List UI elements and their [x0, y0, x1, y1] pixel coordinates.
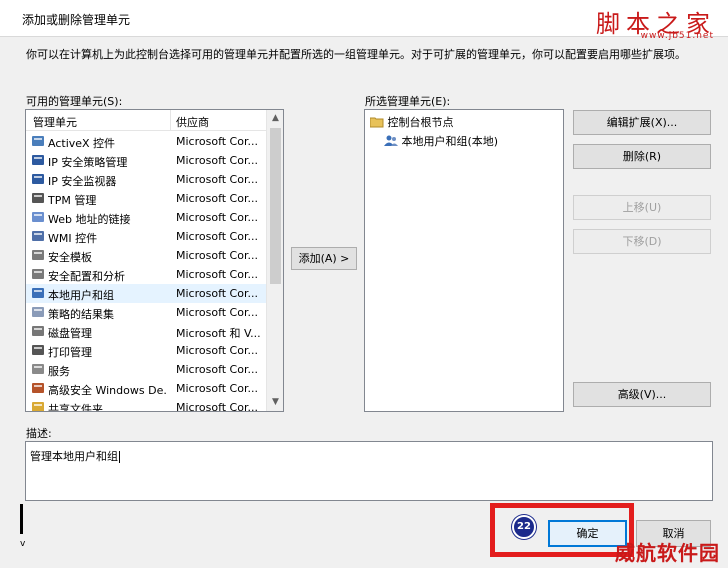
snapin-row[interactable]: WMI 控件 Microsoft Cor... — [26, 227, 266, 246]
disk-icon — [31, 324, 45, 338]
description-text: 管理本地用户和组 — [30, 450, 120, 463]
window-title: 添加或删除管理单元 — [22, 13, 131, 27]
snapin-row[interactable]: TPM 管理 Microsoft Cor... — [26, 189, 266, 208]
users-icon — [384, 135, 398, 146]
tree-child-label: 本地用户和组(本地) — [401, 135, 499, 148]
snapin-vendor: Microsoft Cor... — [176, 211, 258, 224]
snapin-vendor: Microsoft Cor... — [176, 154, 258, 167]
column-header-vendor[interactable]: 供应商 — [176, 114, 209, 130]
snapin-row[interactable]: Web 地址的链接 Microsoft Cor... — [26, 208, 266, 227]
scroll-down-icon[interactable]: ▼ — [271, 398, 280, 407]
watermark-bottom: 威航软件园 — [615, 541, 720, 565]
column-header-name[interactable]: 管理单元 — [33, 114, 77, 130]
snapin-row[interactable]: 服务 Microsoft Cor... — [26, 360, 266, 379]
activex-icon — [31, 134, 45, 148]
move-up-button[interactable]: 上移(U) — [573, 195, 711, 220]
snapin-row[interactable]: 安全配置和分析 Microsoft Cor... — [26, 265, 266, 284]
snapin-name: 安全模板 — [48, 251, 92, 264]
snapin-name: WMI 控件 — [48, 232, 98, 245]
security-template-icon — [31, 248, 45, 262]
printer-icon — [31, 343, 45, 357]
snapin-row[interactable]: 打印管理 Microsoft Cor... — [26, 341, 266, 360]
snapin-vendor: Microsoft Cor... — [176, 173, 258, 186]
watermark-url: www.jb51.net — [640, 31, 714, 41]
snapin-vendor: Microsoft Cor... — [176, 230, 258, 243]
snapin-name: ActiveX 控件 — [48, 137, 116, 150]
ip-security-policy-icon — [31, 153, 45, 167]
scroll-thumb[interactable] — [270, 128, 281, 284]
available-label: 可用的管理单元(S): — [26, 95, 123, 108]
snapin-row[interactable]: 高级安全 Windows De... Microsoft Cor... — [26, 379, 266, 398]
description-box: 管理本地用户和组 — [25, 441, 713, 501]
services-icon — [31, 362, 45, 376]
list-header: 管理单元 供应商 — [26, 110, 266, 131]
snapin-vendor: Microsoft Cor... — [176, 268, 258, 281]
advanced-button[interactable]: 高级(V)... — [573, 382, 711, 407]
selected-label: 所选管理单元(E): — [365, 95, 451, 108]
snapin-row[interactable]: IP 安全监视器 Microsoft Cor... — [26, 170, 266, 189]
shared-folder-icon — [31, 400, 45, 411]
snapin-name: TPM 管理 — [48, 194, 97, 207]
snapin-name: Web 地址的链接 — [48, 213, 131, 226]
snapin-vendor: Microsoft Cor... — [176, 401, 258, 412]
wmi-icon — [31, 229, 45, 243]
snapin-name: 服务 — [48, 365, 70, 378]
available-snapins-list[interactable]: 管理单元 供应商 ActiveX 控件 Microsoft Cor... IP 安全… — [25, 109, 284, 412]
snapin-vendor: Microsoft Cor... — [176, 192, 258, 205]
snapin-name: 高级安全 Windows De... — [48, 384, 168, 397]
description-label: 描述: — [26, 427, 52, 440]
snapin-rows: ActiveX 控件 Microsoft Cor... IP 安全策略管理 Micro… — [26, 132, 266, 412]
policy-result-icon — [31, 305, 45, 319]
snapin-row[interactable]: ActiveX 控件 Microsoft Cor... — [26, 132, 266, 151]
security-config-icon — [31, 267, 45, 281]
users-icon — [31, 286, 45, 300]
add-button[interactable]: 添加(A) > — [291, 247, 357, 270]
snapin-vendor: Microsoft Cor... — [176, 306, 258, 319]
snapin-name: IP 安全监视器 — [48, 175, 117, 188]
snapin-vendor: Microsoft Cor... — [176, 344, 258, 357]
snapin-row[interactable]: 安全模板 Microsoft Cor... — [26, 246, 266, 265]
snapin-vendor: Microsoft Cor... — [176, 363, 258, 376]
intro-text: 你可以在计算机上为此控制台选择可用的管理单元并配置所选的一组管理单元。对于可扩展… — [26, 48, 686, 61]
snapin-vendor: Microsoft 和 V... — [176, 327, 261, 340]
snapin-vendor: Microsoft Cor... — [176, 382, 258, 395]
tree-root-label: 控制台根节点 — [387, 116, 454, 129]
selected-snapins-tree[interactable]: 控制台根节点 本地用户和组(本地) — [364, 109, 564, 412]
snapin-name: IP 安全策略管理 — [48, 156, 128, 169]
tpm-icon — [31, 191, 45, 205]
step-badge: 22 — [512, 515, 536, 539]
snapin-name: 打印管理 — [48, 346, 92, 359]
web-link-icon — [31, 210, 45, 224]
snapin-row[interactable]: 磁盘管理 Microsoft 和 V... — [26, 322, 266, 341]
snapin-name: 策略的结果集 — [48, 308, 114, 321]
snapin-name: 本地用户和组 — [48, 289, 114, 302]
firewall-icon — [31, 381, 45, 395]
edge-marker — [20, 504, 23, 534]
snapin-name: 安全配置和分析 — [48, 270, 125, 283]
snapin-row[interactable]: 策略的结果集 Microsoft Cor... — [26, 303, 266, 322]
tree-node-root[interactable]: 控制台根节点 — [369, 114, 454, 130]
scroll-up-icon[interactable]: ▲ — [271, 114, 280, 123]
snapin-vendor: Microsoft Cor... — [176, 287, 258, 300]
list-scrollbar[interactable]: ▲ ▼ — [266, 110, 283, 411]
folder-icon — [369, 117, 384, 128]
snapin-vendor: Microsoft Cor... — [176, 249, 258, 262]
snapin-row[interactable]: 本地用户和组 Microsoft Cor... — [26, 284, 266, 303]
snapin-name: 共享文件夹 — [48, 403, 103, 412]
edit-extensions-button[interactable]: 编辑扩展(X)... — [573, 110, 711, 135]
snapin-name: 磁盘管理 — [48, 327, 92, 340]
snapin-row[interactable]: 共享文件夹 Microsoft Cor... — [26, 398, 266, 412]
tree-node-local-users[interactable]: 本地用户和组(本地) — [384, 133, 498, 149]
edge-marker-glyph: v — [20, 539, 26, 549]
remove-button[interactable]: 删除(R) — [573, 144, 711, 169]
snapin-row[interactable]: IP 安全策略管理 Microsoft Cor... — [26, 151, 266, 170]
move-down-button[interactable]: 下移(D) — [573, 229, 711, 254]
ip-security-monitor-icon — [31, 172, 45, 186]
column-divider[interactable] — [170, 110, 171, 130]
snapin-vendor: Microsoft Cor... — [176, 135, 258, 148]
